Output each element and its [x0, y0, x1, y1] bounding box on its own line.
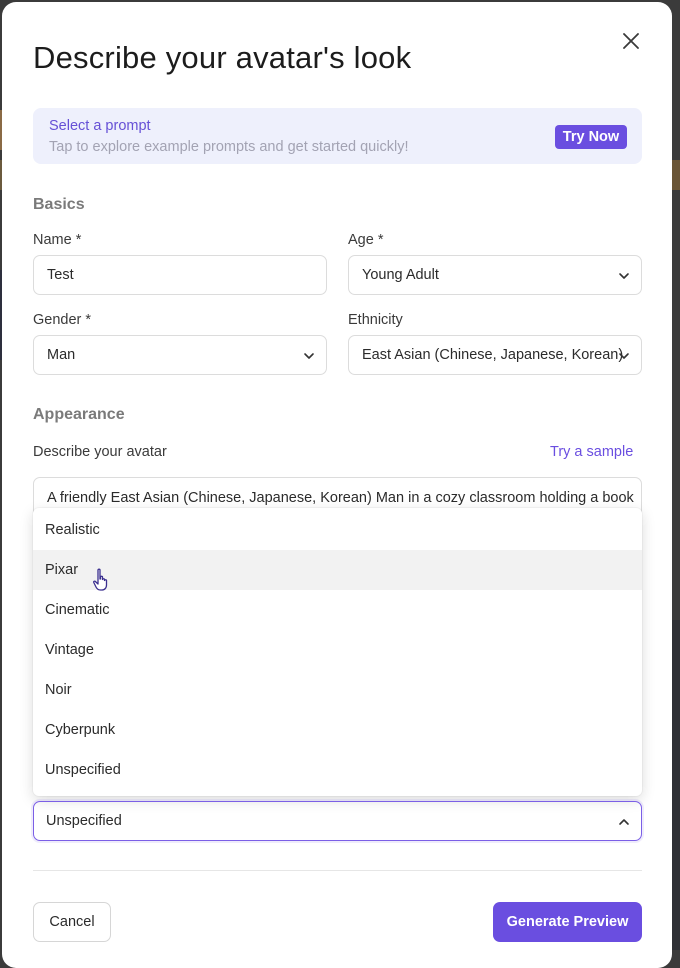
age-select[interactable]: Young Adult [348, 255, 642, 295]
age-label: Age * [348, 232, 384, 248]
chevron-down-icon [617, 349, 631, 363]
ethnicity-label: Ethnicity [348, 312, 403, 328]
try-now-button[interactable]: Try Now [555, 125, 627, 149]
age-value: Young Adult [362, 267, 439, 283]
cancel-button[interactable]: Cancel [33, 902, 111, 942]
background-fragment [672, 160, 680, 190]
style-select[interactable]: Unspecified [33, 801, 642, 841]
background-fragment [672, 620, 680, 950]
prompt-banner-title: Select a prompt [49, 118, 151, 134]
style-select-value: Unspecified [46, 813, 122, 829]
dialog-title: Describe your avatar's look [33, 40, 412, 75]
ethnicity-select[interactable]: East Asian (Chinese, Japanese, Korean) [348, 335, 642, 375]
name-field[interactable] [33, 255, 327, 295]
chevron-down-icon [302, 349, 316, 363]
style-option-realistic[interactable]: Realistic [33, 510, 642, 550]
appearance-heading: Appearance [33, 406, 125, 423]
ethnicity-value: East Asian (Chinese, Japanese, Korean) [362, 347, 624, 363]
prompt-banner[interactable]: Select a prompt Tap to explore example p… [33, 108, 642, 164]
style-option-vintage[interactable]: Vintage [33, 630, 642, 670]
hand-pointer-icon [93, 568, 108, 591]
basics-heading: Basics [33, 196, 85, 213]
gender-select[interactable]: Man [33, 335, 327, 375]
try-sample-link[interactable]: Try a sample [550, 444, 633, 460]
prompt-banner-subtitle: Tap to explore example prompts and get s… [49, 139, 409, 155]
chevron-down-icon [617, 269, 631, 283]
close-button[interactable] [618, 28, 644, 54]
style-option-unspecified[interactable]: Unspecified [33, 750, 642, 790]
name-input[interactable] [47, 267, 326, 283]
style-option-noir[interactable]: Noir [33, 670, 642, 710]
style-option-pixar[interactable]: Pixar [33, 550, 642, 590]
style-dropdown-menu: Realistic Pixar Cinematic Vintage Noir C… [33, 508, 642, 796]
style-option-cinematic[interactable]: Cinematic [33, 590, 642, 630]
generate-preview-button[interactable]: Generate Preview [493, 902, 642, 942]
close-icon [623, 33, 639, 49]
gender-value: Man [47, 347, 76, 363]
footer-divider [33, 870, 642, 871]
describe-avatar-label: Describe your avatar [33, 444, 167, 460]
gender-label: Gender * [33, 312, 92, 328]
avatar-dialog: Describe your avatar's look Select a pro… [2, 2, 672, 968]
name-label: Name * [33, 232, 82, 248]
style-option-cyberpunk[interactable]: Cyberpunk [33, 710, 642, 750]
chevron-up-icon [617, 815, 631, 829]
